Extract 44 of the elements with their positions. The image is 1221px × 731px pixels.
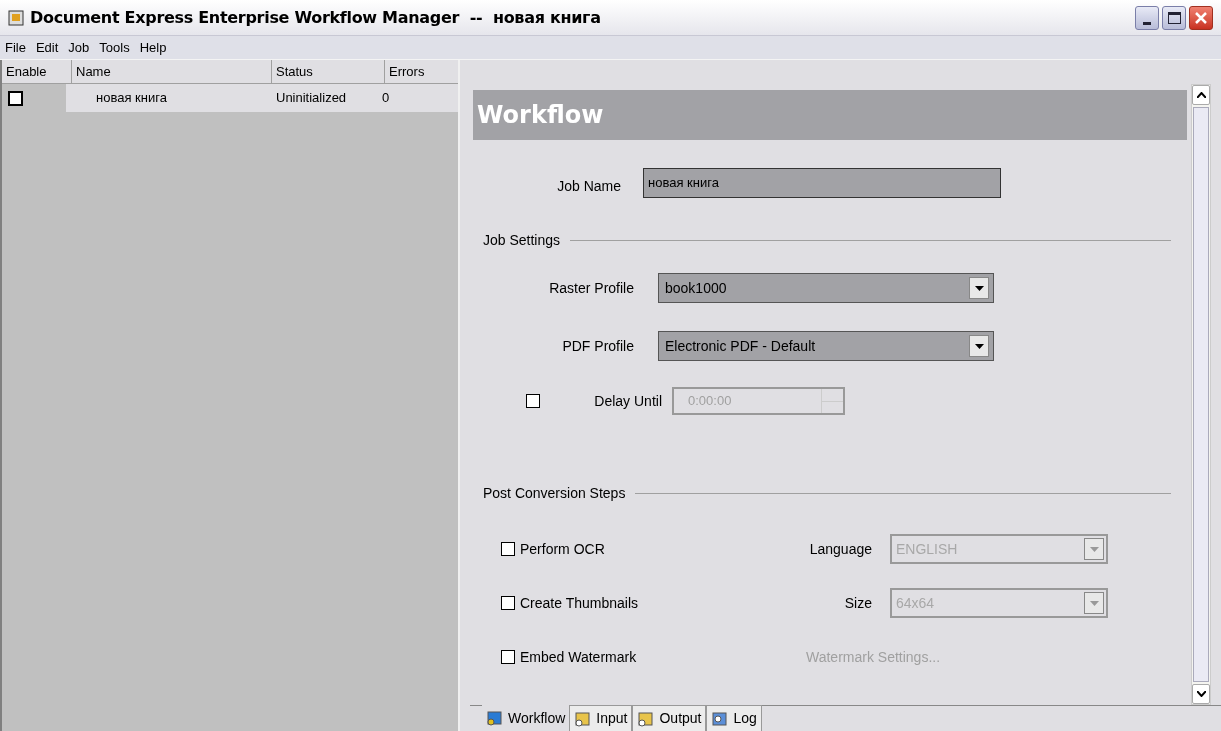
scroll-down-icon[interactable] <box>1192 684 1210 704</box>
menu-item[interactable]: Edit <box>35 37 59 58</box>
tab[interactable]: Log <box>706 705 762 731</box>
section-title: Post Conversion Steps <box>483 484 626 503</box>
field-label: PDF Profile <box>561 336 635 356</box>
checkbox-label: Create Thumbnails <box>520 593 640 613</box>
job-name-field[interactable]: новая книга <box>643 168 1001 198</box>
field-label: Size <box>843 593 873 613</box>
maximize-button[interactable] <box>1162 5 1186 30</box>
field-label: Job Name <box>556 176 622 196</box>
field-label: Raster Profile <box>548 278 635 298</box>
checkbox-label: Perform OCR <box>520 539 606 559</box>
menu-item[interactable]: Tools <box>99 37 130 58</box>
column-header[interactable]: Status <box>272 60 385 83</box>
scrollbar[interactable] <box>1191 84 1211 705</box>
panel-heading: Workflow <box>477 100 604 131</box>
minimize-button[interactable] <box>1135 5 1159 30</box>
menu-item[interactable]: File <box>5 37 26 58</box>
checkbox[interactable] <box>8 90 23 106</box>
column-header[interactable]: Enable <box>2 60 72 83</box>
table-cell-text: Uninitialized <box>276 89 348 108</box>
field-label: Language <box>808 539 873 559</box>
checkbox-label: Embed Watermark <box>520 647 638 667</box>
dropdown[interactable]: book1000 <box>658 273 994 303</box>
dropdown[interactable]: Electronic PDF - Default <box>658 331 994 361</box>
job-row[interactable]: новая книга Uninitialized 0 <box>66 84 458 112</box>
app-icon <box>8 9 24 26</box>
column-header[interactable]: Errors <box>385 60 445 83</box>
section-title: Job Settings <box>483 231 561 250</box>
scroll-thumb[interactable] <box>1193 107 1209 682</box>
tab[interactable]: Input <box>569 705 633 731</box>
column-header[interactable]: Name <box>72 60 272 83</box>
minimize-icon <box>1143 21 1151 25</box>
scroll-up-icon[interactable] <box>1192 85 1210 105</box>
table-cell-text: 0 <box>381 89 390 108</box>
field-label: Delay Until <box>593 391 663 411</box>
table-cell-text: новая книга <box>95 89 168 108</box>
menu-item[interactable]: Job <box>68 37 90 58</box>
maximize-icon <box>1167 11 1181 24</box>
window-title: Document Express Enterprise Workflow Manager -- новая книга <box>30 6 601 29</box>
menu-item[interactable]: Help <box>139 37 167 58</box>
close-icon <box>1194 10 1208 25</box>
close-button[interactable] <box>1189 5 1213 30</box>
tab[interactable]: Output <box>632 705 707 731</box>
